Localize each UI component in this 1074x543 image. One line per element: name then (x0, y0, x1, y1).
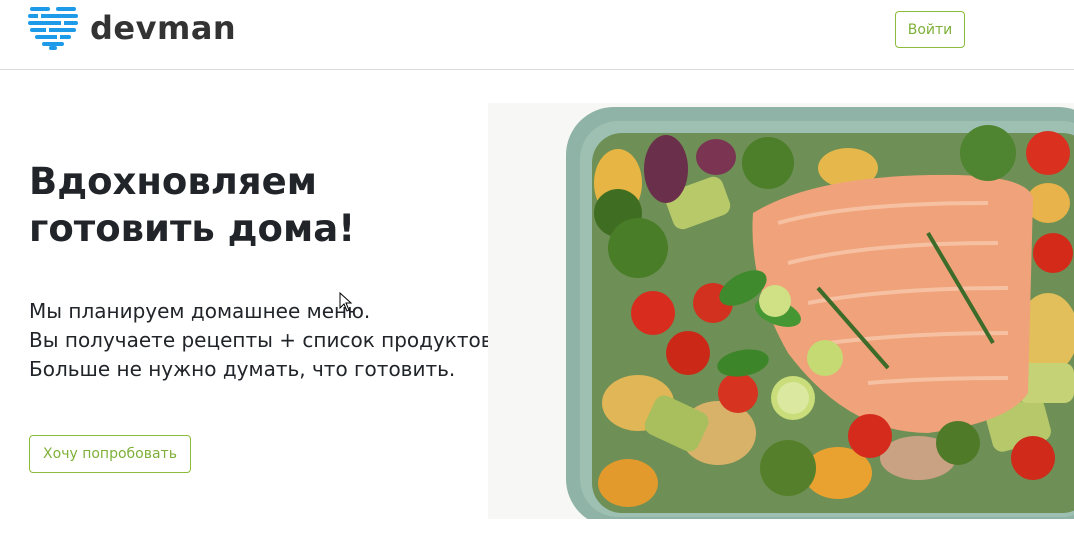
logo-link[interactable]: devman (28, 6, 236, 50)
mouse-cursor-icon (339, 292, 353, 312)
logo-text: devman (90, 9, 237, 47)
hero-food-image (488, 103, 1074, 519)
try-button[interactable]: Хочу попробовать (29, 435, 191, 473)
hero-line: Мы планируем домашнее меню. (29, 299, 371, 323)
hero-description: Мы планируем домашнее меню. Вы получаете… (29, 297, 499, 384)
heart-logo-icon (28, 7, 78, 50)
site-header: devman Войти (0, 0, 1074, 70)
hero-line: Вы получаете рецепты + список продуктов. (29, 328, 499, 352)
login-button[interactable]: Войти (895, 11, 965, 48)
baked-salmon-vegetables-image (488, 103, 1074, 519)
hero-title: Вдохновляем готовить дома! (29, 160, 356, 250)
hero-line: Больше не нужно думать, что готовить. (29, 357, 456, 381)
